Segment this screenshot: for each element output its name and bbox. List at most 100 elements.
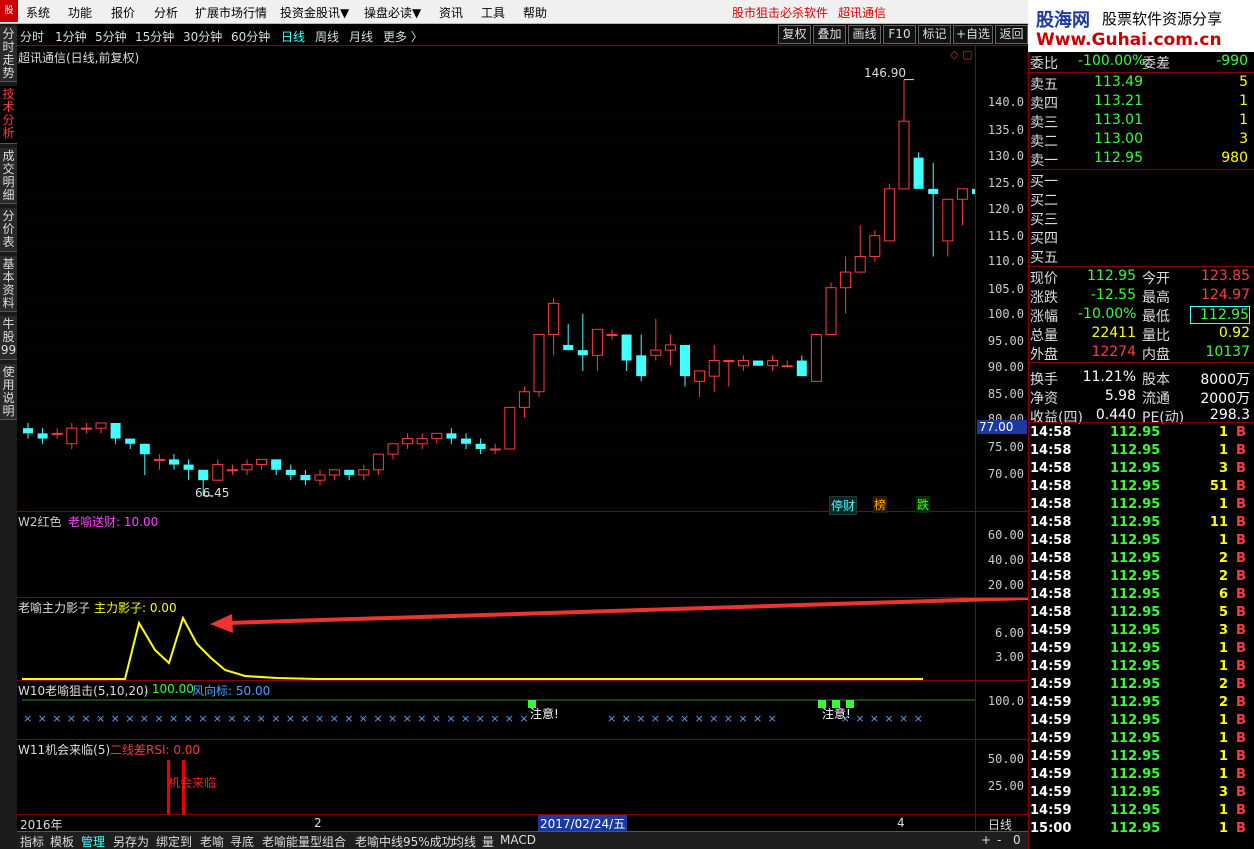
tick-row[interactable]: 14:59 112.95 3 B: [1030, 623, 1254, 641]
mark-button[interactable]: 标记: [918, 25, 951, 44]
tab-ma[interactable]: 均线: [452, 833, 476, 849]
buy-level-row[interactable]: 买二: [1030, 190, 1254, 209]
tick-row[interactable]: 14:58 112.95 3 B: [1030, 461, 1254, 479]
zoom-out-button[interactable]: -: [997, 833, 1001, 847]
tick-side: B: [1236, 497, 1246, 512]
tab-macd[interactable]: MACD: [500, 833, 536, 847]
tab-manual[interactable]: 使用说明: [0, 364, 17, 420]
tab-template[interactable]: 模板: [50, 833, 74, 849]
overlay-button[interactable]: 叠加: [813, 25, 846, 44]
menu-system[interactable]: 系统: [26, 4, 50, 21]
tick-row[interactable]: 14:58 112.95 1 B: [1030, 425, 1254, 443]
draw-line-button[interactable]: 画线: [848, 25, 881, 44]
menu-quote[interactable]: 报价: [111, 4, 135, 21]
tab-save-as[interactable]: 另存为: [113, 833, 149, 849]
menu-help[interactable]: 帮助: [523, 4, 547, 21]
period-intraday[interactable]: 分时: [20, 28, 44, 45]
sell-level-row[interactable]: 卖二 113.00 3: [1030, 131, 1254, 150]
ad-banner[interactable]: 股海网 股票软件资源分享 Www.Guhai.com.cn: [1028, 0, 1254, 52]
tick-row[interactable]: 14:58 112.95 2 B: [1030, 569, 1254, 587]
tab-basic-info[interactable]: 基本资料: [0, 256, 17, 312]
menu-info[interactable]: 资讯: [439, 4, 463, 21]
tick-row[interactable]: 14:59 112.95 1 B: [1030, 803, 1254, 821]
period-more[interactable]: 更多 〉: [383, 28, 423, 45]
tick-row[interactable]: 14:59 112.95 1 B: [1030, 749, 1254, 767]
menu-tools[interactable]: 工具: [481, 4, 505, 21]
tick-row[interactable]: 14:58 112.95 1 B: [1030, 497, 1254, 515]
restore-rights-button[interactable]: 复权: [778, 25, 811, 44]
tag-rank[interactable]: 榜: [873, 496, 888, 513]
candlestick-chart[interactable]: [17, 46, 975, 511]
period-15min[interactable]: 15分钟: [135, 28, 174, 45]
add-favorite-button[interactable]: +自选: [953, 25, 993, 44]
zoom-reset-button[interactable]: 0: [1013, 833, 1021, 847]
tick-row[interactable]: 14:58 112.95 2 B: [1030, 551, 1254, 569]
period-weekly[interactable]: 周线: [315, 28, 339, 45]
tab-energy-combo[interactable]: 老喻能量型组合: [262, 833, 346, 849]
w10-x-marker: ×: [23, 712, 32, 725]
buy-level-row[interactable]: 买三: [1030, 209, 1254, 228]
candle: [606, 329, 618, 340]
tick-row[interactable]: 14:59 112.95 2 B: [1030, 677, 1254, 695]
tick-row[interactable]: 14:58 112.95 51 B: [1030, 479, 1254, 497]
tick-row[interactable]: 14:59 112.95 1 B: [1030, 713, 1254, 731]
tab-deal-detail[interactable]: 成交明细: [0, 148, 17, 204]
tick-row[interactable]: 14:59 112.95 2 B: [1030, 695, 1254, 713]
tick-row[interactable]: 14:59 112.95 1 B: [1030, 731, 1254, 749]
period-30min[interactable]: 30分钟: [183, 28, 222, 45]
buy-level-row[interactable]: 买四: [1030, 228, 1254, 247]
tag-stop-finance[interactable]: 停财: [829, 496, 858, 515]
tab-price-table[interactable]: 分价表: [0, 208, 17, 252]
tab-midline[interactable]: 老喻中线95%成功: [355, 833, 454, 849]
period-daily[interactable]: 日线: [281, 28, 305, 45]
zoom-in-button[interactable]: +: [981, 833, 991, 847]
menu-extended-market[interactable]: 扩展市场行情: [195, 4, 267, 21]
tab-bull-stock[interactable]: 牛股99: [0, 316, 17, 360]
promo-link[interactable]: 股市狙击必杀软件: [732, 4, 828, 21]
y-tick: 95.00: [987, 334, 1024, 348]
tick-row[interactable]: 14:58 112.95 11 B: [1030, 515, 1254, 533]
period-5min[interactable]: 5分钟: [95, 28, 127, 45]
tick-row[interactable]: 14:59 112.95 1 B: [1030, 641, 1254, 659]
tab-volume[interactable]: 量: [482, 833, 494, 849]
period-60min[interactable]: 60分钟: [231, 28, 270, 45]
w10-x-marker: ×: [709, 712, 718, 725]
w10-x-marker: ×: [607, 712, 616, 725]
buy-level-row[interactable]: 买一: [1030, 171, 1254, 190]
tick-row[interactable]: 14:58 112.95 1 B: [1030, 533, 1254, 551]
tick-row[interactable]: 14:58 112.95 5 B: [1030, 605, 1254, 623]
sell-level-row[interactable]: 卖三 113.01 1: [1030, 112, 1254, 131]
tab-intraday[interactable]: 分时走势: [0, 26, 17, 82]
tick-row[interactable]: 15:00 112.95 1 B: [1030, 821, 1254, 839]
tab-find-bottom[interactable]: 寻底: [230, 833, 254, 849]
w10-x-marker: ×: [38, 712, 47, 725]
back-button[interactable]: 返回: [995, 25, 1028, 44]
sell-level-row[interactable]: 卖五 113.49 5: [1030, 74, 1254, 93]
menu-function[interactable]: 功能: [68, 4, 92, 21]
candle-body: [854, 255, 866, 273]
tick-row[interactable]: 14:58 112.95 1 B: [1030, 443, 1254, 461]
buy-level-label: 买五: [1030, 250, 1058, 266]
tag-fall[interactable]: 跌: [916, 496, 931, 513]
tick-row[interactable]: 14:59 112.95 1 B: [1030, 659, 1254, 677]
menu-trading-read[interactable]: 操盘必读▼: [364, 4, 421, 21]
f10-button[interactable]: F10: [883, 25, 916, 44]
tab-indicator[interactable]: 指标: [20, 833, 44, 849]
tab-technical[interactable]: 技术分析: [0, 86, 17, 144]
menu-invest-news[interactable]: 投资金股讯▼: [280, 4, 349, 21]
period-monthly[interactable]: 月线: [349, 28, 373, 45]
tick-row[interactable]: 14:58 112.95 6 B: [1030, 587, 1254, 605]
buy-level-row[interactable]: 买五: [1030, 247, 1254, 266]
tab-manage[interactable]: 管理: [81, 833, 105, 849]
tick-time: 14:59: [1030, 713, 1072, 728]
quote-row: 外盘 12274 内盘 10137: [1030, 344, 1254, 363]
tick-row[interactable]: 14:59 112.95 3 B: [1030, 785, 1254, 803]
tab-laoyu[interactable]: 老喻: [200, 833, 224, 849]
sell-level-row[interactable]: 卖一 112.95 980: [1030, 150, 1254, 169]
period-1min[interactable]: 1分钟: [55, 28, 87, 45]
menu-analysis[interactable]: 分析: [154, 4, 178, 21]
tick-row[interactable]: 14:59 112.95 1 B: [1030, 767, 1254, 785]
candle-body: [271, 459, 282, 470]
tab-bind-to[interactable]: 绑定到: [156, 833, 192, 849]
sell-level-row[interactable]: 卖四 113.21 1: [1030, 93, 1254, 112]
